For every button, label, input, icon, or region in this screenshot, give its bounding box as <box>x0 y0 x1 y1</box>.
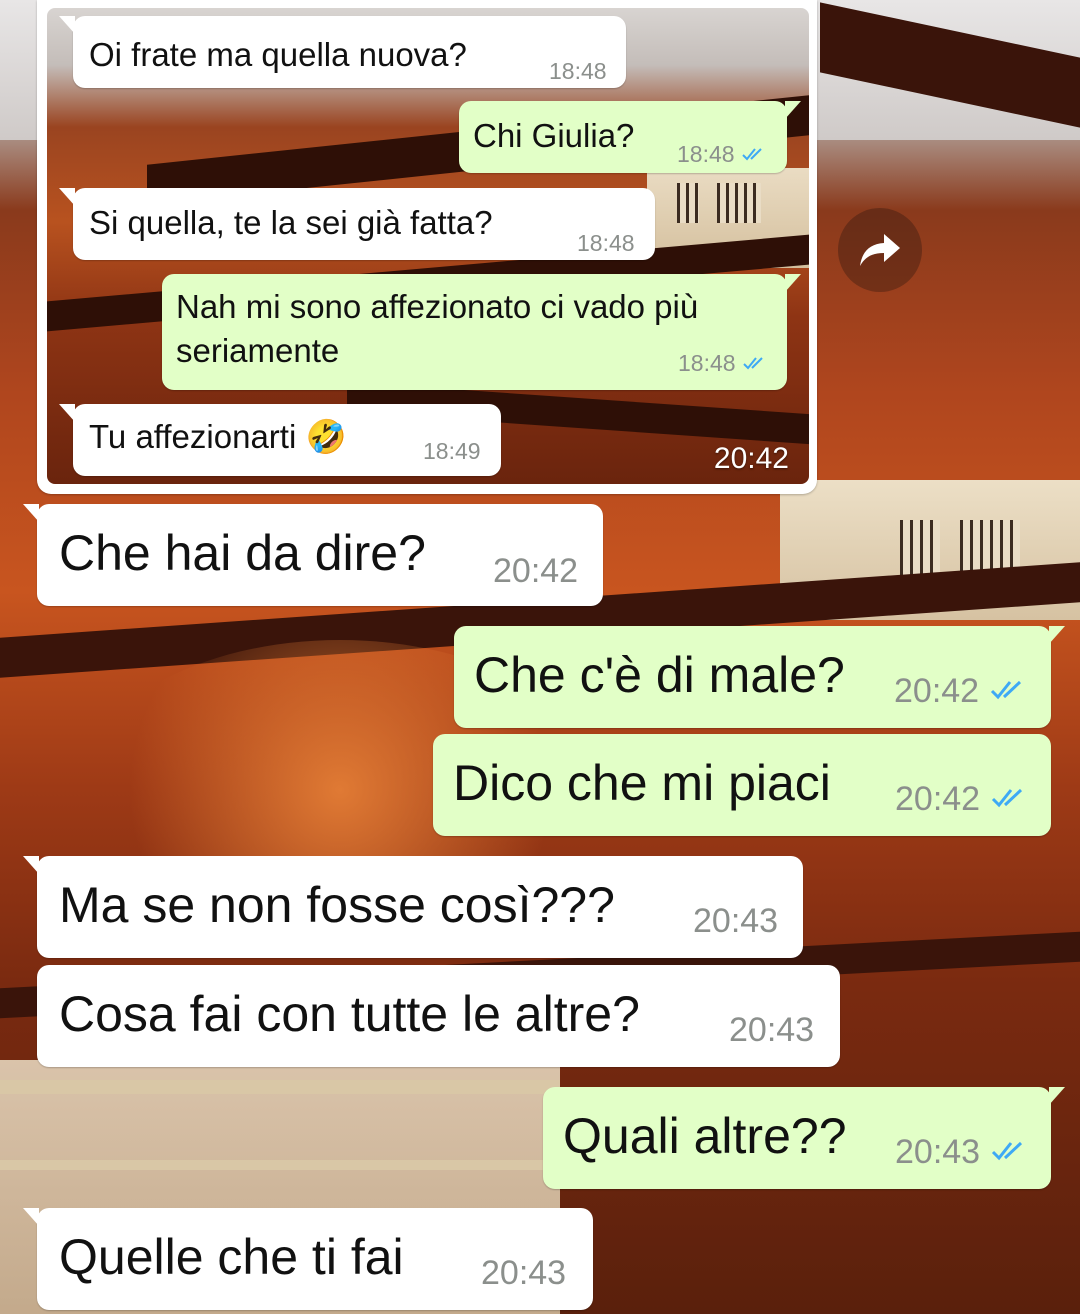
double-check-icon <box>742 350 768 377</box>
forwarded-screenshot[interactable]: Oi frate ma quella nuova? 18:48 Chi Giul… <box>47 8 809 484</box>
double-check-icon <box>741 141 767 168</box>
forward-arrow-icon <box>860 234 900 266</box>
message-text: Che hai da dire? <box>59 525 426 581</box>
message-time: 18:48 <box>677 141 767 168</box>
message-time: 20:43 <box>895 1133 1030 1172</box>
message-text-line: seriamente <box>176 332 340 369</box>
message-text: Che c'è di male? <box>474 647 845 703</box>
message-time: 18:48 <box>577 230 635 256</box>
message-time: 20:43 <box>729 1011 815 1049</box>
message-time: 20:42 <box>895 780 1030 819</box>
image-timestamp: 20:42 <box>713 442 789 475</box>
quoted-message-incoming: Oi frate ma quella nuova? 18:48 <box>59 16 626 88</box>
message-text: Chi Giulia? <box>473 117 635 154</box>
screenshot-window <box>717 183 761 223</box>
double-check-icon <box>989 672 1029 711</box>
forward-button[interactable] <box>838 208 922 292</box>
message-time: 18:49 <box>423 438 481 464</box>
message-time: 20:42 <box>894 672 1029 711</box>
message-time: 20:43 <box>481 1254 567 1292</box>
message-incoming[interactable]: Che hai da dire? 20:42 <box>23 504 603 606</box>
message-outgoing[interactable]: Dico che mi piaci 20:42 <box>433 734 1051 836</box>
wallpaper-railing <box>0 1080 560 1094</box>
double-check-icon <box>990 1133 1030 1172</box>
message-outgoing[interactable]: Che c'è di male? 20:42 <box>454 626 1065 728</box>
message-text: Quelle che ti fai <box>59 1229 404 1285</box>
wallpaper-railing <box>0 1160 560 1170</box>
message-text: Dico che mi piaci <box>453 755 831 811</box>
message-text: Cosa fai con tutte le altre? <box>59 986 640 1042</box>
quoted-message-outgoing: Chi Giulia? 18:48 <box>459 101 801 173</box>
message-text: Oi frate ma quella nuova? <box>89 36 467 73</box>
message-time: 18:48 <box>678 350 768 377</box>
message-incoming[interactable]: Cosa fai con tutte le altre? 20:43 <box>37 965 840 1067</box>
quoted-message-outgoing: Nah mi sono affezionato ci vado più seri… <box>162 274 801 390</box>
message-time: 20:43 <box>693 902 779 940</box>
rofl-emoji-icon: 🤣 <box>305 418 347 455</box>
quoted-message-incoming: Tu affezionarti 🤣 18:49 <box>59 404 501 476</box>
screenshot-window <box>677 183 699 223</box>
message-text: Tu affezionarti 🤣 <box>89 418 347 455</box>
forwarded-image-message[interactable]: Oi frate ma quella nuova? 18:48 Chi Giul… <box>37 0 817 494</box>
quoted-message-incoming: Si quella, te la sei già fatta? 18:48 <box>59 188 655 260</box>
double-check-icon <box>990 780 1030 819</box>
message-text: Quali altre?? <box>563 1108 847 1164</box>
message-text-line: Nah mi sono affezionato ci vado più <box>176 288 699 325</box>
message-time: 20:42 <box>493 552 579 590</box>
message-text: Ma se non fosse così??? <box>59 877 615 933</box>
message-incoming[interactable]: Ma se non fosse così??? 20:43 <box>23 856 803 958</box>
message-time: 18:48 <box>549 58 607 84</box>
message-incoming[interactable]: Quelle che ti fai 20:43 <box>23 1208 593 1310</box>
message-text: Si quella, te la sei già fatta? <box>89 204 493 241</box>
message-outgoing[interactable]: Quali altre?? 20:43 <box>543 1087 1065 1189</box>
